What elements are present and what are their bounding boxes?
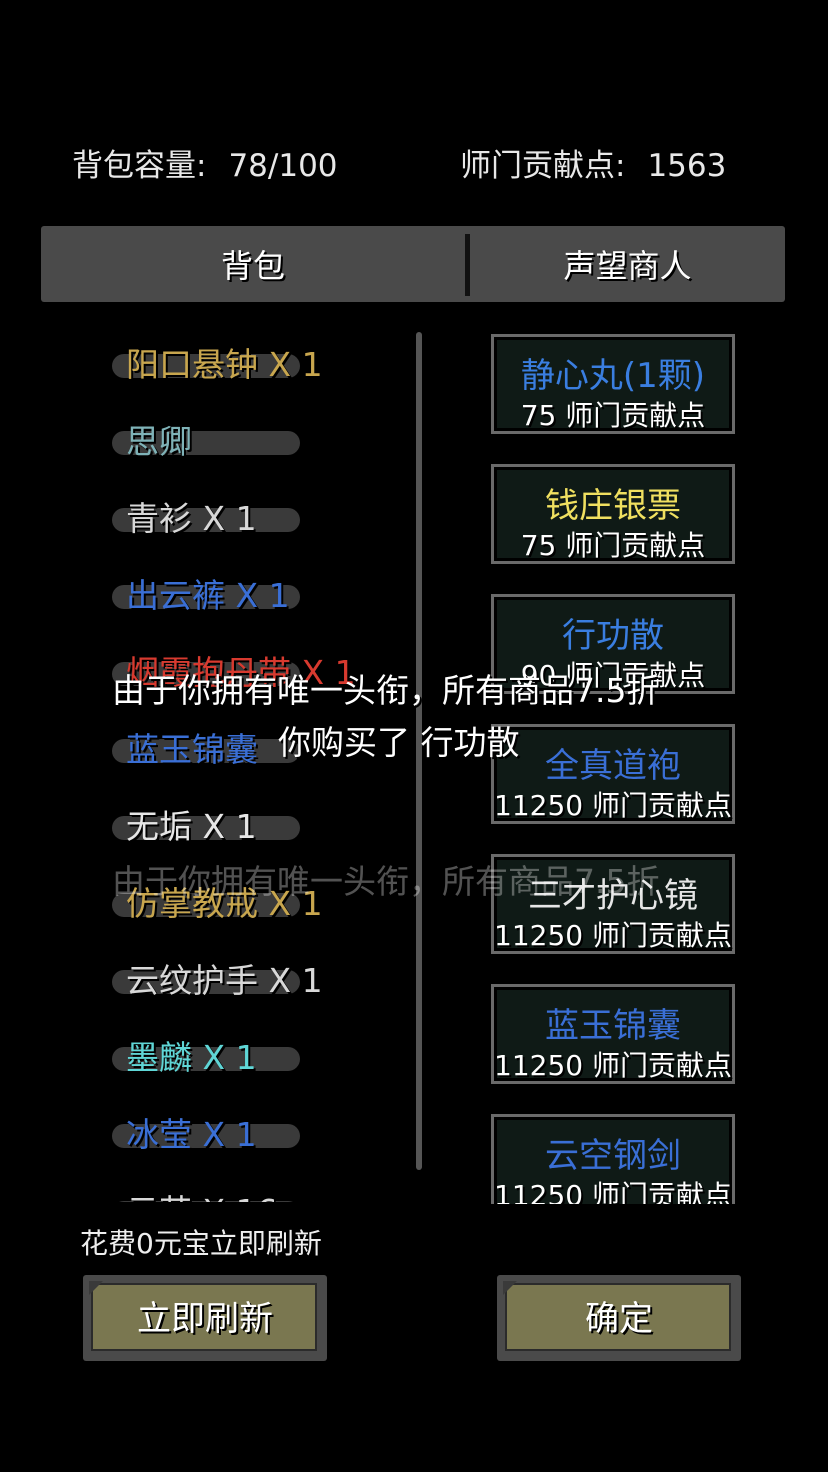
bag-item-label: 蓝玉锦囊	[126, 730, 258, 769]
refresh-button[interactable]: 立即刷新	[83, 1275, 327, 1361]
bag-item[interactable]: 冰莹 X 1	[108, 1100, 408, 1177]
merchant-item-price: 75 师门贡献点	[520, 399, 706, 432]
tab-reputation-merchant[interactable]: 声望商人	[470, 226, 785, 302]
bag-item-label: 青衫 X 1	[126, 499, 257, 538]
merchant-item-name: 静心丸(1颗)	[520, 356, 706, 396]
bag-item-label: 无垢 X 1	[126, 807, 257, 846]
tab-bar: 背包 声望商人	[41, 226, 785, 302]
refresh-cost-text: 花费0元宝立即刷新	[80, 1227, 322, 1260]
merchant-item-price: 75 师门贡献点	[520, 529, 706, 562]
bag-item-label: 出云裤 X 1	[126, 576, 290, 615]
sect-contribution: 师门贡献点: 1563	[460, 140, 726, 185]
merchant-item-card[interactable]: 全真道袍 11250 师门贡献点	[491, 724, 741, 830]
bag-item[interactable]: 云芝 X 16	[108, 1177, 408, 1202]
toast-purchase-message: 你购买了 行功散	[278, 723, 520, 762]
merchant-item-name: 蓝玉锦囊	[545, 1006, 681, 1046]
merchant-item-card[interactable]: 云空钢剑 11250 师门贡献点	[491, 1114, 741, 1204]
bag-item-label: 墨麟 X 1	[126, 1038, 257, 1077]
merchant-item-name: 全真道袍	[545, 746, 681, 786]
tab-bag[interactable]: 背包	[41, 226, 465, 302]
refresh-button-label: 立即刷新	[137, 1299, 273, 1339]
merchant-item-card[interactable]: 钱庄银票 75 师门贡献点	[491, 464, 741, 570]
merchant-item-price: 11250 师门贡献点	[494, 789, 732, 822]
merchant-item-price: 11250 师门贡献点	[494, 919, 732, 952]
toast-discount-message: 由于你拥有唯一头衔，所有商品7.5折	[112, 671, 660, 710]
bag-item-list[interactable]: 阳口悬钟 X 1 思卿 青衫 X 1 出云裤 X 1 烟霞抱丹带 X 1 蓝玉锦囊 无垢 X…	[108, 330, 408, 1202]
merchant-item-card[interactable]: 蓝玉锦囊 11250 师门贡献点	[491, 984, 741, 1090]
bag-item[interactable]: 墨麟 X 1	[108, 1023, 408, 1100]
bag-item[interactable]: 阳口悬钟 X 1	[108, 330, 408, 407]
merchant-item-price: 11250 师门贡献点	[494, 1179, 732, 1204]
confirm-button[interactable]: 确定	[497, 1275, 741, 1361]
bag-capacity-value: 78/100	[228, 148, 338, 184]
bag-item[interactable]: 青衫 X 1	[108, 484, 408, 561]
bag-item[interactable]: 思卿	[108, 407, 408, 484]
merchant-item-list[interactable]: 静心丸(1颗) 75 师门贡献点 钱庄银票 75 师门贡献点 行功散 90 师门贡献点 全真…	[491, 334, 771, 1204]
bag-item-label: 云纹护手 X 1	[126, 961, 323, 1000]
confirm-button-label: 确定	[585, 1299, 653, 1339]
bag-item-label: 云芝 X 16	[126, 1185, 278, 1202]
sect-contribution-value: 1563	[647, 148, 727, 184]
bag-item[interactable]: 出云裤 X 1	[108, 561, 408, 638]
merchant-item-price: 11250 师门贡献点	[494, 1049, 732, 1082]
bag-item-label: 阳口悬钟 X 1	[126, 345, 323, 384]
bag-capacity: 背包容量: 78/100	[72, 140, 338, 185]
bag-item-label: 思卿	[126, 422, 192, 461]
bag-item[interactable]: 云纹护手 X 1	[108, 946, 408, 1023]
bag-item-label: 冰莹 X 1	[126, 1115, 257, 1154]
merchant-item-name: 云空钢剑	[545, 1136, 681, 1176]
sect-contribution-label: 师门贡献点:	[460, 148, 626, 184]
merchant-item-name: 钱庄银票	[545, 486, 681, 526]
toast-discount-message-fading: 由于你拥有唯一头衔，所有商品7.5折	[112, 862, 660, 901]
merchant-item-name: 行功散	[562, 616, 664, 656]
bag-capacity-label: 背包容量:	[72, 148, 207, 184]
merchant-item-card[interactable]: 静心丸(1颗) 75 师门贡献点	[491, 334, 741, 440]
